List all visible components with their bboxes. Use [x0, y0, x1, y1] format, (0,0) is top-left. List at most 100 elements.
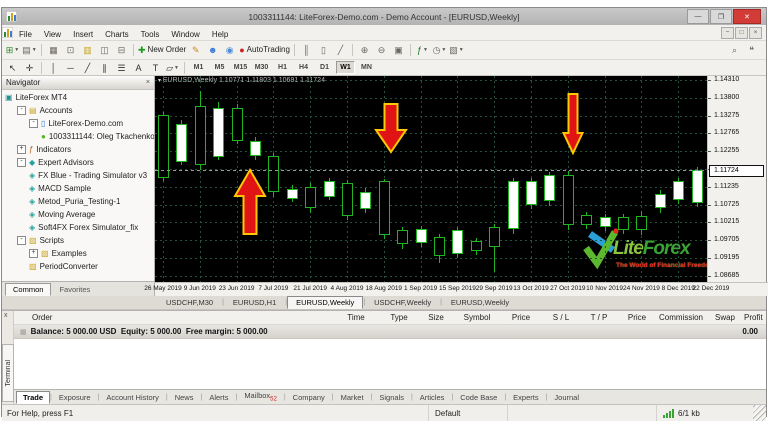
tree-item[interactable]: ◈MACD Sample — [2, 182, 154, 195]
navigator-toggle-button[interactable]: ▥ — [80, 43, 95, 57]
navigator-tab-favorites[interactable]: Favorites — [51, 283, 98, 296]
tree-item[interactable]: +ƒIndicators — [2, 143, 154, 156]
tree-item[interactable]: -▤Accounts — [2, 104, 154, 117]
terminal-column-order[interactable]: Order — [14, 313, 332, 322]
periods-list-button[interactable]: ◷▼ — [432, 43, 447, 57]
balance-row[interactable]: ▦ Balance: 5 000.00 USD Equity: 5 000.00… — [14, 325, 766, 339]
chart-minimize-button[interactable]: − — [721, 27, 734, 39]
timeframe-w1-button[interactable]: W1 — [336, 61, 355, 74]
chart-tab-eurusd-h1[interactable]: EURUSD,H1 — [224, 296, 285, 309]
chart-plot-area[interactable]: ▾ EURUSD,Weekly 1.10771 1.11803 1.10691 … — [155, 76, 711, 284]
timeframe-m5-button[interactable]: M5 — [210, 61, 229, 74]
chart-tab-usdchf-m30[interactable]: USDCHF,M30 — [157, 296, 222, 309]
tree-item[interactable]: ▨PeriodConverter — [2, 260, 154, 273]
text-tool-button[interactable]: A — [131, 61, 146, 75]
cursor-tool-button[interactable]: ↖ — [5, 61, 20, 75]
terminal-column-price[interactable]: Price — [618, 313, 656, 322]
terminal-vertical-tab[interactable]: Terminal — [2, 344, 14, 402]
timeframe-d1-button[interactable]: D1 — [315, 61, 334, 74]
terminal-tab-mailbox[interactable]: Mailbox52 — [237, 389, 284, 405]
tree-item[interactable]: +▨Examples — [2, 247, 154, 260]
channel-tool-button[interactable]: ∥ — [97, 61, 112, 75]
chart-close-button[interactable]: × — [749, 27, 762, 39]
market-watch-button[interactable]: ▦ — [46, 43, 61, 57]
menu-charts[interactable]: Charts — [99, 30, 135, 39]
timeframe-m15-button[interactable]: M15 — [231, 61, 250, 74]
terminal-tab-articles[interactable]: Articles — [413, 391, 452, 404]
horizontal-line-tool-button[interactable]: ─ — [63, 61, 78, 75]
menu-insert[interactable]: Insert — [67, 30, 99, 39]
tree-item[interactable]: ◈FX Blue - Trading Simulator v3 — [2, 169, 154, 182]
chart-restore-button[interactable]: □ — [735, 27, 748, 39]
terminal-tab-exposure[interactable]: Exposure — [52, 391, 98, 404]
collapse-icon[interactable]: - — [17, 158, 26, 167]
website-button[interactable]: ◉ — [222, 43, 237, 57]
label-tool-button[interactable]: T — [148, 61, 163, 75]
collapse-icon[interactable]: - — [17, 236, 26, 245]
tree-item[interactable]: -▨Scripts — [2, 234, 154, 247]
tree-item[interactable]: ◈Soft4FX Forex Simulator_fix — [2, 221, 154, 234]
terminal-column-size[interactable]: Size — [418, 313, 454, 322]
menu-help[interactable]: Help — [206, 30, 234, 39]
timeframe-mn-button[interactable]: MN — [357, 61, 376, 74]
price-axis[interactable]: 1.143101.138001.132751.127651.122551.112… — [707, 76, 766, 283]
terminal-close-icon[interactable]: x — [4, 312, 8, 319]
data-window-button[interactable]: ⊡ — [63, 43, 78, 57]
terminal-column-sl[interactable]: S / L — [542, 313, 580, 322]
vertical-line-tool-button[interactable]: │ — [46, 61, 61, 75]
terminal-toggle-button[interactable]: ◫ — [97, 43, 112, 57]
zoom-out-button[interactable]: ⊖ — [374, 43, 389, 57]
new-order-button[interactable]: ✚New Order — [138, 43, 186, 57]
expand-icon[interactable]: + — [29, 249, 38, 258]
collapse-icon[interactable]: - — [17, 106, 26, 115]
tree-item[interactable]: ◈Moving Average — [2, 208, 154, 221]
tree-item[interactable]: ▣LiteForex MT4 — [2, 91, 154, 104]
expand-icon[interactable]: + — [17, 145, 26, 154]
timeframe-m30-button[interactable]: M30 — [252, 61, 271, 74]
terminal-column-commission[interactable]: Commission — [656, 313, 706, 322]
terminal-tab-journal[interactable]: Journal — [547, 391, 586, 404]
tile-windows-button[interactable]: ▣ — [391, 43, 406, 57]
terminal-tab-market[interactable]: Market — [334, 391, 371, 404]
menu-window[interactable]: Window — [165, 30, 205, 39]
menu-file[interactable]: File — [13, 30, 38, 39]
community-button[interactable]: ☻ — [205, 43, 220, 57]
new-chart-button[interactable]: ⊞▼ — [5, 43, 20, 57]
tree-item[interactable]: -◆Expert Advisors — [2, 156, 154, 169]
menu-tools[interactable]: Tools — [135, 30, 166, 39]
terminal-column-profit[interactable]: Profit — [744, 313, 766, 322]
terminal-tab-experts[interactable]: Experts — [506, 391, 545, 404]
resize-grip[interactable] — [753, 405, 766, 421]
bar-chart-mode-button[interactable]: ║ — [299, 43, 314, 57]
zoom-in-button[interactable]: ⊕ — [357, 43, 372, 57]
tree-item[interactable]: ●1003311144: Oleg Tkachenko-N — [2, 130, 154, 143]
timeframe-m1-button[interactable]: M1 — [189, 61, 208, 74]
terminal-column-price[interactable]: Price — [500, 313, 542, 322]
crosshair-tool-button[interactable]: ✛ — [22, 61, 37, 75]
metaeditor-button[interactable]: ✎ — [188, 43, 203, 57]
terminal-tab-news[interactable]: News — [168, 391, 201, 404]
title-bar[interactable]: 1003311144: LiteForex-Demo.com - Demo Ac… — [2, 8, 766, 25]
terminal-column-type[interactable]: Type — [380, 313, 418, 322]
maximize-button[interactable]: ❐ — [710, 9, 732, 24]
status-profile[interactable]: Default — [428, 405, 507, 421]
terminal-tab-trade[interactable]: Trade — [16, 391, 50, 404]
terminal-column-tp[interactable]: T / P — [580, 313, 618, 322]
minimize-button[interactable]: — — [687, 9, 709, 24]
shapes-tool-button[interactable]: ▱▼ — [165, 61, 180, 75]
timeframe-h1-button[interactable]: H1 — [273, 61, 292, 74]
close-button[interactable]: ✕ — [733, 9, 761, 24]
terminal-tab-company[interactable]: Company — [286, 391, 332, 404]
collapse-icon[interactable]: - — [29, 119, 38, 128]
search-button[interactable]: ⌕ — [727, 43, 742, 57]
tree-item[interactable]: ◈Metod_Puria_Testing-1 — [2, 195, 154, 208]
chart-tab-usdchf-weekly[interactable]: USDCHF,Weekly — [365, 296, 440, 309]
trendline-tool-button[interactable]: ╱ — [80, 61, 95, 75]
terminal-tab-signals[interactable]: Signals — [372, 391, 411, 404]
menu-view[interactable]: View — [38, 30, 67, 39]
terminal-column-swap[interactable]: Swap — [706, 313, 744, 322]
candlestick-mode-button[interactable]: ▯ — [316, 43, 331, 57]
chat-button[interactable]: ❝ — [744, 43, 759, 57]
timeframe-h4-button[interactable]: H4 — [294, 61, 313, 74]
chart-tab-eurusd-weekly[interactable]: EURUSD,Weekly — [287, 296, 363, 309]
